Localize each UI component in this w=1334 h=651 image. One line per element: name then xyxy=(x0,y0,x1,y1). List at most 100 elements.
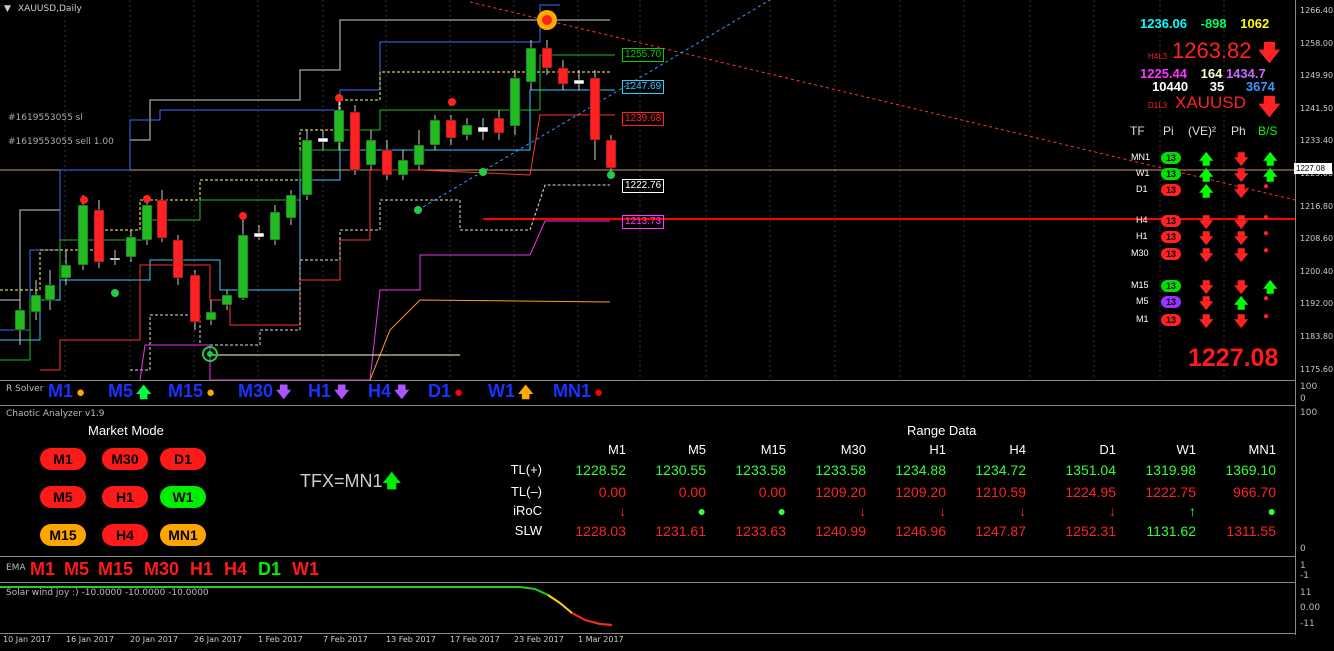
market-mode-title: Market Mode xyxy=(88,423,164,438)
candle-body xyxy=(301,139,313,196)
solar-scale-mid: 0.00 xyxy=(1300,603,1321,613)
ema-item-d1[interactable]: D1 xyxy=(258,559,281,580)
range-cell: ↓ xyxy=(859,503,866,519)
chaotic-analyzer-panel[interactable]: Chaotic Analyzer v1.9 Market Mode M1 M30 D… xyxy=(0,406,1295,556)
solver-tf-label: M15 xyxy=(168,381,204,401)
order-sell-label: #1619553055 sell 1.00 xyxy=(8,137,114,147)
chart-dropdown-icon[interactable]: ▼ xyxy=(4,4,11,14)
ema-item-m15[interactable]: M15 xyxy=(98,559,133,580)
price-axis-label: 1200.40 xyxy=(1300,266,1334,276)
candle-body xyxy=(445,119,457,139)
price-axis-line xyxy=(1295,0,1296,635)
candle-body xyxy=(205,311,217,321)
arrow-down-icon: 🡇 xyxy=(1199,313,1214,329)
signal-dot xyxy=(335,94,343,102)
solver-tf-label: W1 xyxy=(488,381,515,401)
time-axis-label: 26 Jan 2017 xyxy=(194,635,242,644)
candle-body xyxy=(413,144,425,166)
solar-scale-top: 11 xyxy=(1300,588,1312,598)
signal-dot xyxy=(111,289,119,297)
solver-tf-label: M5 xyxy=(108,381,134,401)
mode-pill-h4[interactable]: H4 xyxy=(102,524,148,546)
pi-badge: 13 xyxy=(1161,296,1181,308)
range-cell: ● xyxy=(777,503,786,519)
dot-icon: ● xyxy=(1263,228,1270,239)
mode-pill-w1[interactable]: W1 xyxy=(160,486,206,508)
signal-dot xyxy=(414,206,422,214)
candle-body xyxy=(109,257,121,261)
solver-tf-label: M30 xyxy=(238,381,274,401)
mode-pill-m1[interactable]: M1 xyxy=(40,448,86,470)
solver-item-h1[interactable]: H1 🡇 xyxy=(308,381,349,407)
ema-item-h1[interactable]: H1 xyxy=(190,559,213,580)
price-axis-label: 1258.00 xyxy=(1300,38,1334,48)
solar-wind-panel[interactable]: Solar wind joy :) -10.0000 -10.0000 -10.… xyxy=(0,583,1295,633)
solver-item-h4[interactable]: H4 🡇 xyxy=(368,381,409,407)
tf-row-label: M5 xyxy=(1136,296,1149,306)
solver-item-m1[interactable]: M1 ● xyxy=(48,381,85,402)
ema-bar[interactable]: EMA M1 M5 M15 M30 H1 H4 D1 W1 xyxy=(0,557,1295,582)
mode-pill-d1[interactable]: D1 xyxy=(160,448,206,470)
pi-header: Pi xyxy=(1163,124,1174,138)
solver-tf-label: H1 xyxy=(308,381,332,401)
signal-dot xyxy=(607,171,615,179)
candle-body xyxy=(381,149,393,176)
range-cell: 1351.04 xyxy=(1065,462,1116,478)
signal-dot xyxy=(479,168,487,176)
dot-icon: ● xyxy=(1263,293,1270,304)
ema-item-w1[interactable]: W1 xyxy=(292,559,319,580)
range-row-label: TL(–) xyxy=(510,484,542,499)
dot-icon: ● xyxy=(1263,181,1270,192)
ema-item-m30[interactable]: M30 xyxy=(144,559,179,580)
signal-dot xyxy=(239,212,247,220)
solver-item-d1[interactable]: D1 ● xyxy=(428,381,463,402)
candle-body xyxy=(237,234,249,299)
ema-item-m5[interactable]: M5 xyxy=(64,559,89,580)
candle-body xyxy=(525,47,537,83)
tf-row-label: W1 xyxy=(1136,168,1150,178)
solver-item-mn1[interactable]: MN1 ● xyxy=(553,381,603,402)
solver-signal-icon: ● xyxy=(454,384,464,401)
solver-item-m5[interactable]: M5 🡅 xyxy=(108,381,151,407)
candle-body xyxy=(285,194,297,219)
range-cell: 1224.95 xyxy=(1065,484,1116,500)
mode-pill-m5[interactable]: M5 xyxy=(40,486,86,508)
main-chart[interactable]: ▼ XAUUSD,Daily #1619553055 sl #161955305… xyxy=(0,0,1295,380)
solver-item-m30[interactable]: M30 🡇 xyxy=(238,381,291,407)
pi-badge: 13 xyxy=(1161,215,1181,227)
ema-scale-bottom: -1 xyxy=(1300,571,1309,581)
solver-bar[interactable]: R Solver M1 ● M5 🡅 M15 ● M30 🡇 H1 🡇 H4 🡇 D1 ● W1 🡅 MN1 ● xyxy=(0,381,1295,405)
range-cell: 1240.99 xyxy=(815,523,866,539)
range-cell: ↓ xyxy=(1109,503,1116,519)
candle-body xyxy=(125,236,137,258)
mode-pill-mn1[interactable]: MN1 xyxy=(160,524,206,546)
price-tag-1213: 1213.73 xyxy=(622,215,665,229)
d1l3-value: XAUUSD xyxy=(1175,93,1246,112)
candle-body xyxy=(44,284,56,301)
price-axis-label: 1183.80 xyxy=(1300,332,1334,341)
mode-pill-m30[interactable]: M30 xyxy=(102,448,148,470)
candle-body xyxy=(589,77,601,141)
range-cell: 1228.03 xyxy=(575,523,626,539)
solver-signal-icon: ● xyxy=(76,384,86,401)
range-cell: 966.70 xyxy=(1233,484,1276,500)
range-cell: 1230.55 xyxy=(655,462,706,478)
candle-body xyxy=(477,126,489,133)
signal-dot xyxy=(448,98,456,106)
ema-item-h4[interactable]: H4 xyxy=(224,559,247,580)
solver-tf-label: D1 xyxy=(428,381,452,401)
mode-pill-m15[interactable]: M15 xyxy=(40,524,86,546)
candle-body xyxy=(605,139,617,169)
range-col-header: M5 xyxy=(687,442,706,457)
solver-item-w1[interactable]: W1 🡅 xyxy=(488,381,533,407)
big-price: 1227.08 xyxy=(1188,344,1279,372)
mode-pill-h1[interactable]: H1 xyxy=(102,486,148,508)
ema-item-m1[interactable]: M1 xyxy=(30,559,55,580)
time-axis-label: 16 Jan 2017 xyxy=(66,635,114,644)
range-cell: 1233.58 xyxy=(735,462,786,478)
candle-body xyxy=(493,117,505,134)
range-col-header: H4 xyxy=(1009,442,1026,457)
solver-item-m15[interactable]: M15 ● xyxy=(168,381,215,402)
candle-body xyxy=(429,119,441,146)
arrow-down-icon: 🡇 xyxy=(1258,94,1281,119)
